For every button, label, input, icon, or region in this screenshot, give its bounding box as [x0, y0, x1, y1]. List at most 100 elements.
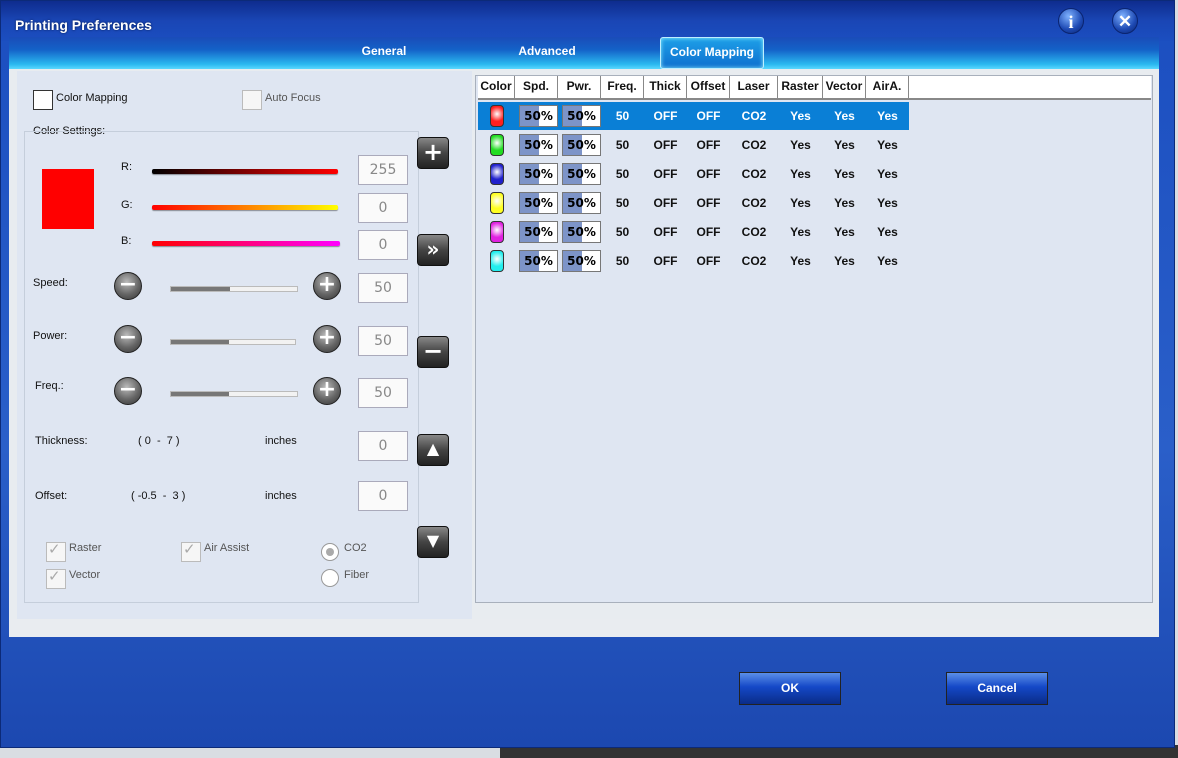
table-row[interactable]: 50% 50% 50 OFF OFF CO2 Yes Yes Yes [478, 247, 909, 275]
raster-checkbox[interactable]: ✓ [46, 540, 66, 562]
raster-label: Raster [69, 542, 102, 554]
speed-decrease-button[interactable]: − [114, 272, 142, 300]
freq-cell: 50 [615, 138, 630, 152]
header-vector[interactable]: Vector [823, 76, 866, 98]
power-cell[interactable]: 50% [562, 134, 601, 156]
power-cell[interactable]: 50% [562, 192, 601, 214]
speed-cell-text: 50% [524, 167, 553, 181]
speed-slider[interactable] [170, 286, 298, 292]
add-color-button[interactable]: + [417, 137, 449, 169]
freq-cell: 50 [615, 109, 630, 123]
tab-general[interactable]: General [339, 37, 429, 67]
speed-value-field[interactable]: 50 [358, 273, 408, 303]
header-color[interactable]: Color [478, 76, 515, 98]
red-slider[interactable] [152, 169, 338, 174]
tab-advanced[interactable]: Advanced [501, 37, 593, 67]
speed-cell[interactable]: 50% [519, 192, 558, 214]
blue-value-field[interactable]: 0 [358, 230, 408, 260]
header-power[interactable]: Pwr. [558, 76, 601, 98]
freq-cell: 50 [615, 196, 630, 210]
power-cell[interactable]: 50% [562, 163, 601, 185]
speed-cell[interactable]: 50% [519, 105, 558, 127]
freq-decrease-button[interactable]: − [114, 377, 142, 405]
power-value-field[interactable]: 50 [358, 326, 408, 356]
freq-value-field[interactable]: 50 [358, 378, 408, 408]
power-cell[interactable]: 50% [562, 105, 601, 127]
air-assist-label: Air Assist [204, 542, 250, 554]
green-slider[interactable] [152, 205, 338, 210]
header-speed[interactable]: Spd. [515, 76, 558, 98]
tab-color-mapping[interactable]: Color Mapping [660, 37, 764, 69]
power-decrease-button[interactable]: − [114, 325, 142, 353]
fiber-radio[interactable] [321, 569, 339, 587]
row-color-chip[interactable] [490, 192, 504, 214]
table-row[interactable]: 50% 50% 50 OFF OFF CO2 Yes Yes Yes [478, 189, 909, 217]
freq-label: Freq.: [35, 380, 64, 392]
apply-to-list-button[interactable]: » [417, 234, 449, 266]
laser-cell: CO2 [741, 167, 767, 181]
blue-label: B: [121, 235, 132, 247]
header-laser[interactable]: Laser [730, 76, 778, 98]
row-color-chip[interactable] [490, 105, 504, 127]
raster-cell: Yes [790, 167, 811, 181]
speed-cell[interactable]: 50% [519, 134, 558, 156]
air-assist-cell: Yes [877, 138, 898, 152]
move-up-button[interactable]: ▲ [417, 434, 449, 466]
window-title: Printing Preferences [15, 17, 152, 33]
table-row[interactable]: 50% 50% 50 OFF OFF CO2 Yes Yes Yes [478, 160, 909, 188]
thickness-value-field[interactable]: 0 [358, 431, 408, 461]
freq-increase-button[interactable]: + [313, 377, 341, 405]
table-row[interactable]: 50% 50% 50 OFF OFF CO2 Yes Yes Yes [478, 218, 909, 246]
header-frequency[interactable]: Freq. [601, 76, 644, 98]
table-row[interactable]: 50% 50% 50 OFF OFF CO2 Yes Yes Yes [478, 102, 909, 130]
remove-color-button[interactable]: − [417, 336, 449, 368]
auto-focus-checkbox[interactable] [242, 90, 262, 110]
color-mapping-label: Color Mapping [56, 92, 128, 104]
color-mapping-checkbox[interactable] [33, 90, 53, 110]
ok-button[interactable]: OK [739, 672, 841, 705]
speed-cell-text: 50% [524, 254, 553, 268]
vector-cell: Yes [834, 138, 855, 152]
move-down-button[interactable]: ▼ [417, 526, 449, 558]
table-row[interactable]: 50% 50% 50 OFF OFF CO2 Yes Yes Yes [478, 131, 909, 159]
content-bottom-strip [9, 619, 1159, 637]
thickness-cell: OFF [653, 254, 678, 268]
speed-cell[interactable]: 50% [519, 250, 558, 272]
header-offset[interactable]: Offset [687, 76, 730, 98]
raster-cell: Yes [790, 109, 811, 123]
power-cell[interactable]: 50% [562, 250, 601, 272]
row-color-chip[interactable] [490, 221, 504, 243]
speed-cell[interactable]: 50% [519, 221, 558, 243]
offset-cell: OFF [696, 167, 721, 181]
offset-cell: OFF [696, 225, 721, 239]
auto-focus-label: Auto Focus [265, 92, 321, 104]
info-icon[interactable]: i [1058, 8, 1084, 34]
speed-cell[interactable]: 50% [519, 163, 558, 185]
green-value-field[interactable]: 0 [358, 193, 408, 223]
current-color-swatch[interactable] [42, 169, 94, 229]
red-value-field[interactable]: 255 [358, 155, 408, 185]
row-color-chip[interactable] [490, 250, 504, 272]
speed-increase-button[interactable]: + [313, 272, 341, 300]
offset-value-field[interactable]: 0 [358, 481, 408, 511]
row-color-chip[interactable] [490, 134, 504, 156]
power-slider[interactable] [170, 339, 296, 345]
freq-slider[interactable] [170, 391, 298, 397]
co2-radio[interactable] [321, 543, 339, 561]
blue-slider[interactable] [152, 241, 340, 246]
row-color-chip[interactable] [490, 163, 504, 185]
thickness-label: Thickness: [35, 435, 88, 447]
header-air-assist[interactable]: AirA. [866, 76, 909, 98]
thickness-cell: OFF [653, 138, 678, 152]
air-assist-cell: Yes [877, 167, 898, 181]
close-icon[interactable]: ✕ [1112, 8, 1138, 34]
header-thickness[interactable]: Thick [644, 76, 687, 98]
vector-cell: Yes [834, 254, 855, 268]
cancel-button[interactable]: Cancel [946, 672, 1048, 705]
power-cell[interactable]: 50% [562, 221, 601, 243]
header-raster[interactable]: Raster [778, 76, 823, 98]
air-assist-checkbox[interactable]: ✓ [181, 540, 201, 562]
power-increase-button[interactable]: + [313, 325, 341, 353]
vector-checkbox[interactable]: ✓ [46, 567, 66, 589]
freq-cell: 50 [615, 225, 630, 239]
